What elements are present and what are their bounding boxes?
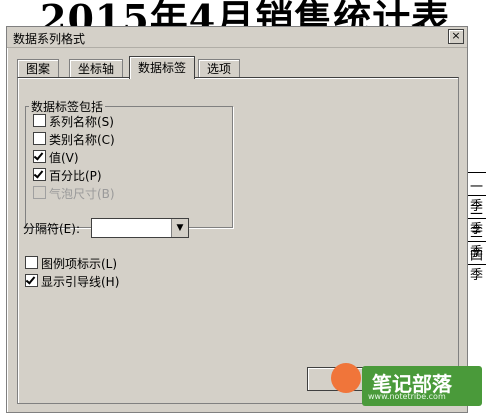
tab-options[interactable]: 选项 [198,59,241,78]
watermark-logo-icon [331,363,361,393]
tab-patterns[interactable]: 图案 [17,59,60,78]
checkbox-label: 气泡尺寸(B) [49,187,115,201]
checkbox-label: 值(V) [49,151,79,165]
dialog-titlebar[interactable]: 数据系列格式 × [7,27,467,48]
checkbox-label: 类别名称(C) [49,133,115,147]
tab-axis[interactable]: 坐标轴 [69,59,124,78]
tab-data-labels[interactable]: 数据标签 [129,56,196,79]
close-button[interactable]: × [448,29,464,44]
checkbox-box[interactable] [33,168,46,181]
checkbox-box[interactable] [33,114,46,127]
watermark-url: www.notetribe.com [368,392,446,401]
checkbox-box[interactable] [25,256,38,269]
checkbox-box [33,186,46,199]
checkbox-box[interactable] [33,150,46,163]
dialog-title: 数据系列格式 [13,32,86,46]
document-cell: 四季 [470,249,484,283]
separator-combobox[interactable]: ▼ [91,218,189,238]
document-grid-line [466,172,486,173]
checkbox-label: 系列名称(S) [49,115,114,129]
format-data-series-dialog: 数据系列格式 × 图案 坐标轴 数据标签 选项 数据标签包括 系列名称(S) 类… [6,26,468,413]
dropdown-arrow-icon[interactable]: ▼ [171,219,188,237]
checkbox-label: 图例项标示(L) [41,257,118,271]
checkbox-box[interactable] [33,132,46,145]
separator-label: 分隔符(E): [23,222,80,236]
checkbox-label: 百分比(P) [49,169,102,183]
checkbox-box[interactable] [25,274,38,287]
checkbox-label: 显示引导线(H) [41,275,120,289]
